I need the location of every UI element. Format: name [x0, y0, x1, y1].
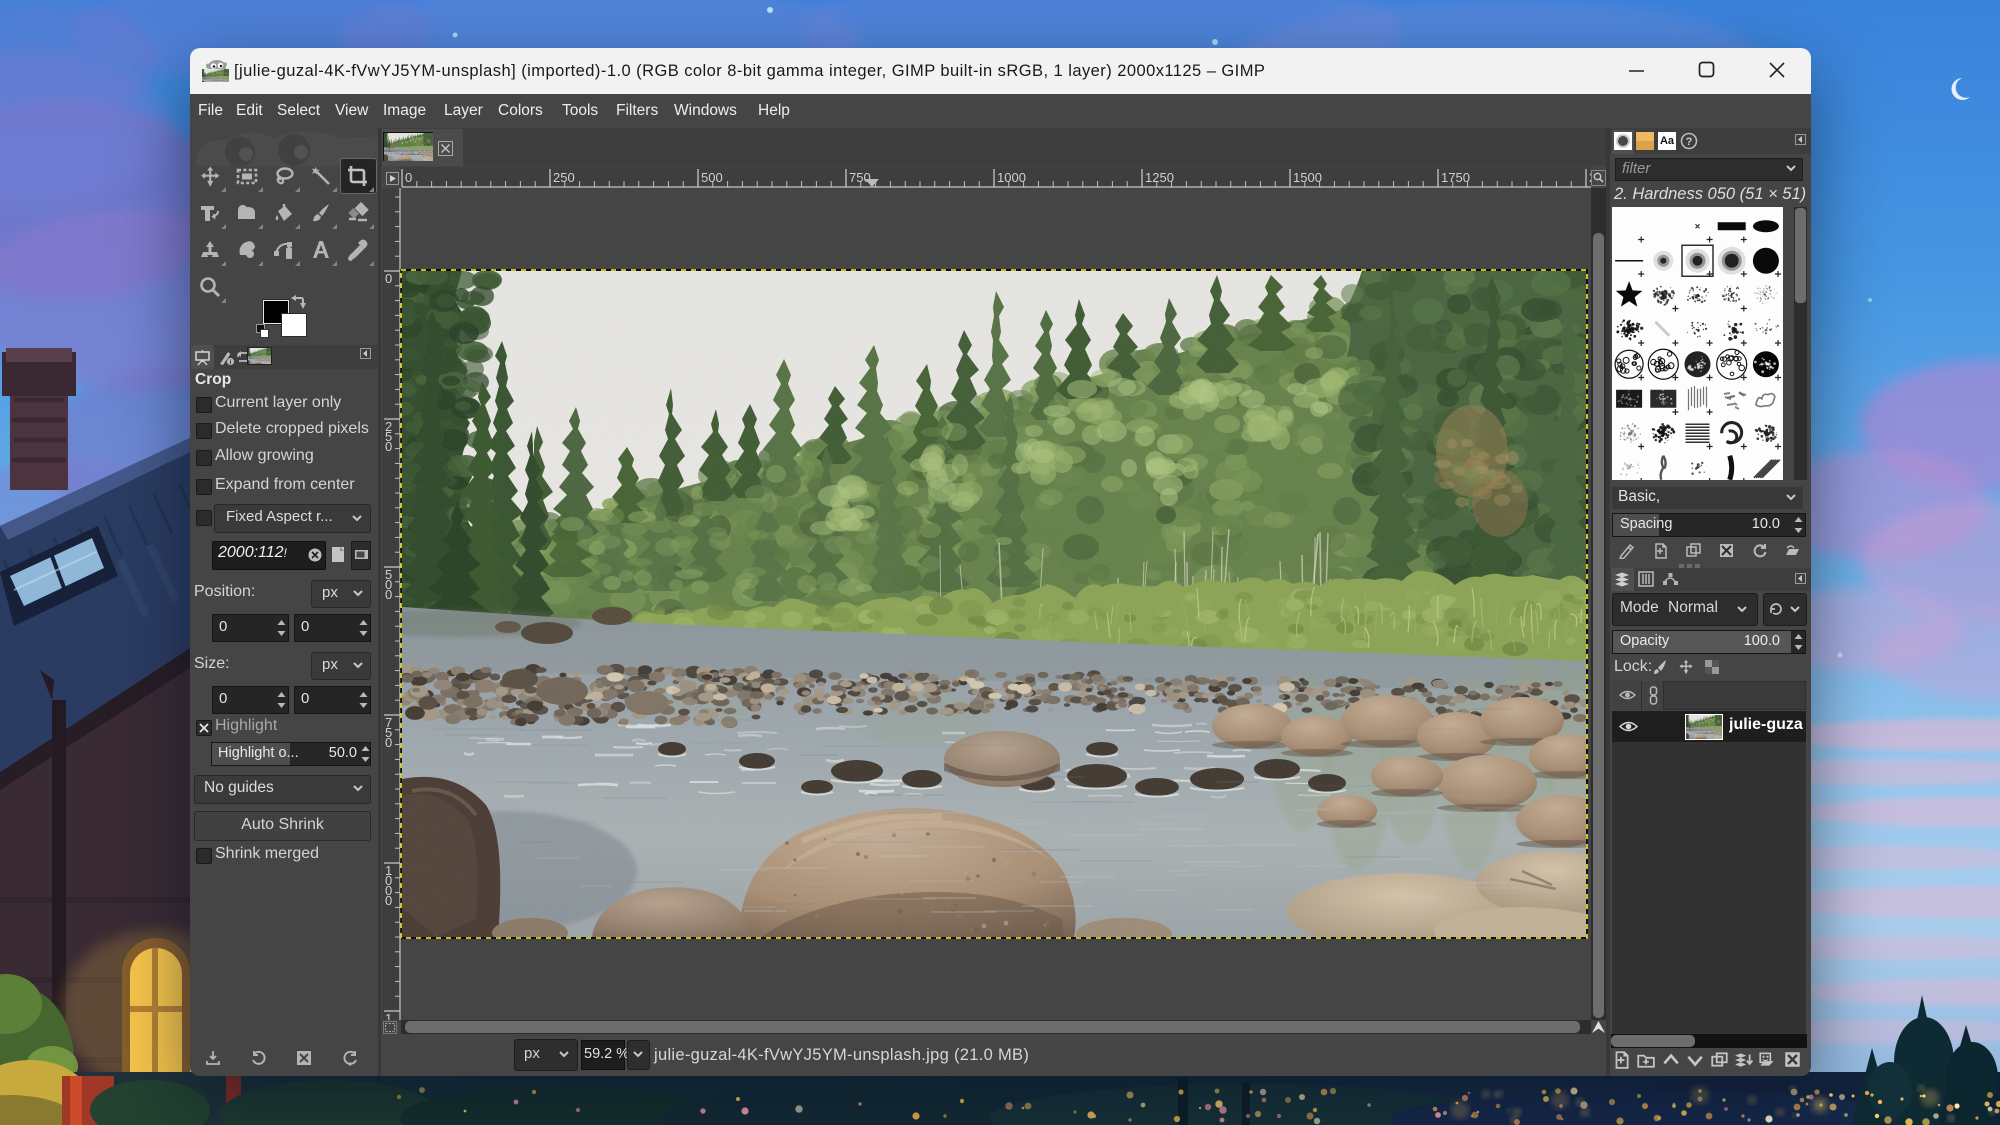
svg-text:1000: 1000	[997, 170, 1026, 185]
svg-text:0: 0	[385, 735, 392, 750]
svg-text:0: 0	[405, 170, 412, 185]
svg-text:1250: 1250	[1145, 170, 1174, 185]
svg-text:1750: 1750	[1441, 170, 1470, 185]
svg-text:0: 0	[385, 587, 392, 602]
svg-text:i: i	[230, 359, 232, 366]
svg-text:0: 0	[385, 271, 392, 286]
svg-text:0: 0	[385, 439, 392, 454]
svg-text:0: 0	[385, 893, 392, 908]
svg-text:1: 1	[385, 1011, 392, 1020]
svg-text:500: 500	[701, 170, 723, 185]
svg-text:250: 250	[553, 170, 575, 185]
svg-text:?: ?	[1686, 136, 1693, 148]
svg-text:1500: 1500	[1293, 170, 1322, 185]
svg-text:750: 750	[849, 170, 871, 185]
